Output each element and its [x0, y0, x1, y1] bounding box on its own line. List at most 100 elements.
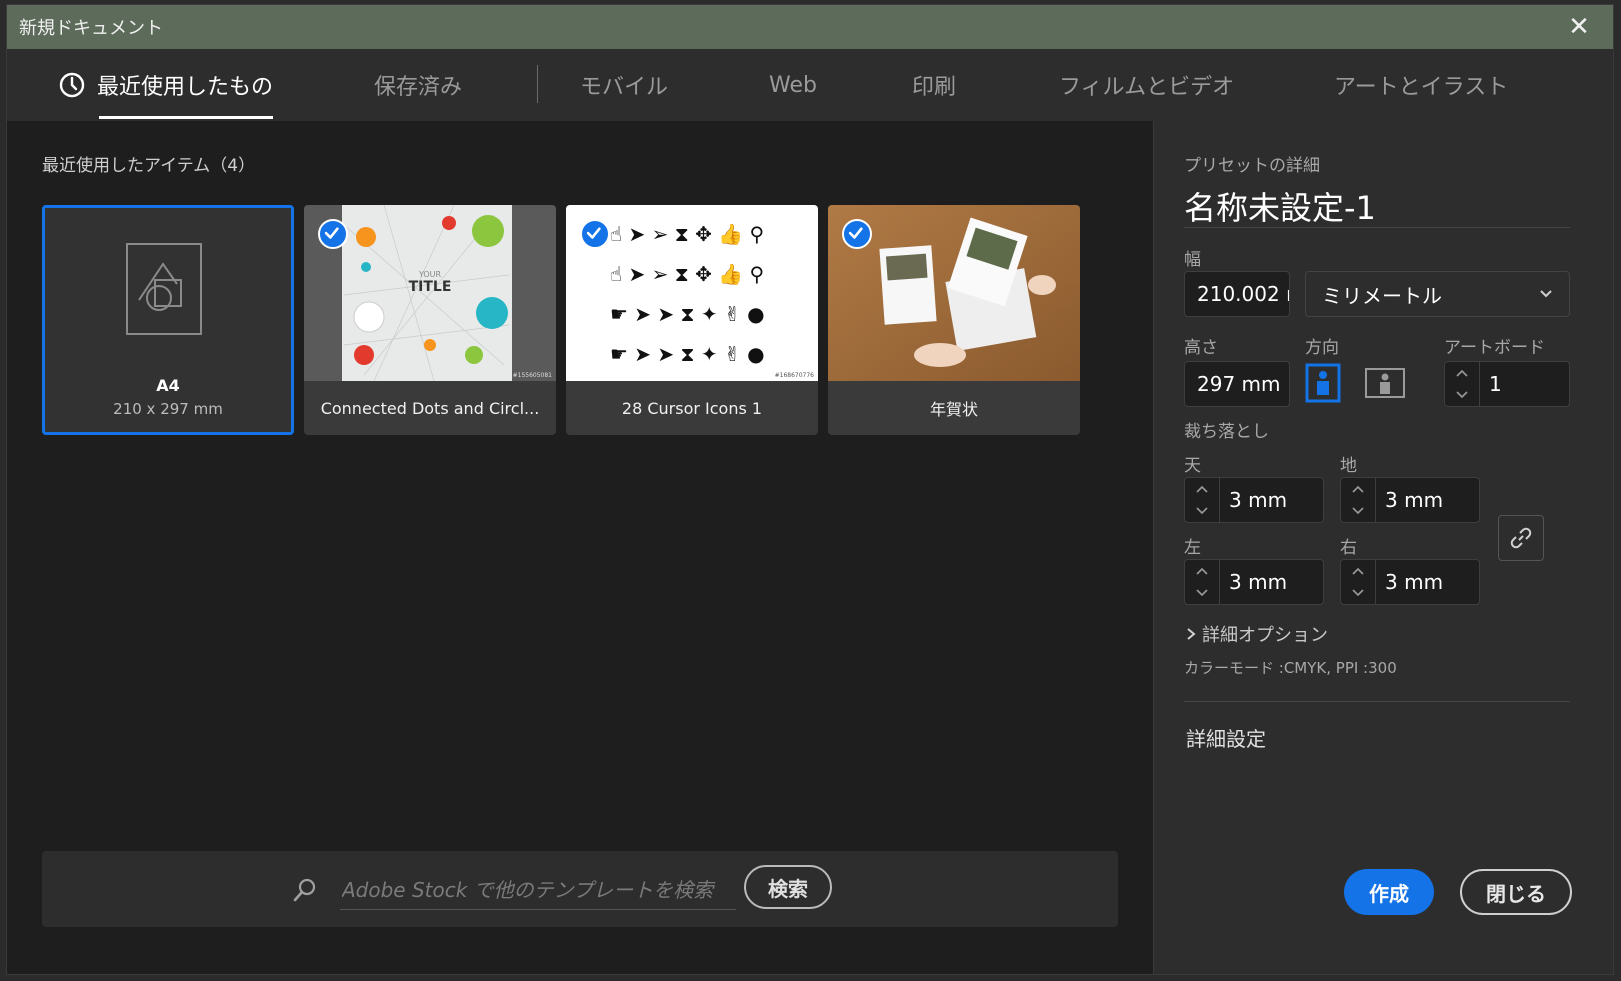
unit-dropdown[interactable]: ミリメートル [1305, 271, 1570, 317]
stepper-arrows[interactable] [1185, 560, 1220, 604]
template-card-cursor-icons[interactable]: ☝ ➤ ➢ ⧗ ✥ 👍 ⚲ ☝ ➤ ➢ ⧗ ✥ 👍 ⚲ ☛ ➤ ➤ ⧗ ✦ ✌ … [566, 205, 818, 435]
bleed-left-value: 3 mm [1229, 570, 1288, 594]
tab-recent[interactable]: 最近使用したもの [59, 49, 274, 121]
tab-mobile[interactable]: モバイル [580, 49, 668, 121]
close-button[interactable]: 閉じる [1460, 869, 1572, 915]
thumb-id: #168670776 [775, 372, 815, 379]
thumb-subtitle: YOUR [418, 270, 442, 279]
portrait-orientation-icon[interactable] [1305, 363, 1341, 403]
bleed-top-stepper[interactable]: 3 mm [1184, 477, 1324, 523]
link-icon [1510, 527, 1532, 549]
landscape-orientation-icon[interactable] [1364, 363, 1406, 403]
chevron-down-icon[interactable] [1350, 502, 1366, 518]
checkmark-icon [842, 219, 872, 249]
search-button[interactable]: 検索 [744, 865, 832, 909]
checkmark-icon [318, 219, 348, 249]
clock-icon [59, 72, 85, 98]
template-card-connected-dots[interactable]: YOUR TITLE #155605081 Connected Dots and… [304, 205, 556, 435]
tab-label: 保存済み [374, 75, 463, 100]
tab-print[interactable]: 印刷 [912, 49, 956, 121]
link-bleed-button[interactable] [1498, 515, 1544, 561]
advanced-settings-link[interactable]: 詳細設定 [1186, 723, 1266, 752]
preset-heading: プリセットの詳細 [1184, 156, 1320, 176]
stock-search-bar: 検索 [42, 851, 1118, 927]
chevron-down-icon[interactable] [1194, 584, 1210, 600]
tab-label: 印刷 [912, 75, 957, 100]
advanced-options-label: 詳細オプション [1202, 625, 1328, 646]
bleed-right-value: 3 mm [1385, 570, 1444, 594]
stepper-arrows[interactable] [1341, 560, 1376, 604]
chevron-up-icon[interactable] [1350, 482, 1366, 498]
tab-web[interactable]: Web [769, 49, 817, 121]
artboard-stepper[interactable]: 1 [1444, 361, 1570, 407]
dialog-title: 新規ドキュメント [19, 18, 163, 39]
bleed-right-stepper[interactable]: 3 mm [1340, 559, 1480, 605]
blank-document-icon [126, 243, 202, 335]
height-value: 297 mm [1197, 372, 1281, 396]
orientation-label: 方向 [1305, 338, 1339, 358]
tab-label: Web [769, 72, 817, 98]
preset-details-panel: プリセットの詳細 名称未設定-1 幅 210.002 mm ミリメートル 高さ … [1153, 121, 1613, 974]
bleed-bottom-value: 3 mm [1385, 488, 1444, 512]
stepper-arrows[interactable] [1445, 362, 1480, 406]
tab-art-illustration[interactable]: アートとイラスト [1334, 49, 1508, 121]
bleed-top-value: 3 mm [1229, 488, 1288, 512]
document-name[interactable]: 名称未設定-1 [1184, 183, 1376, 229]
stock-search-input[interactable] [340, 871, 736, 910]
chevron-down-icon[interactable] [1194, 502, 1210, 518]
artboard-label: アートボード [1444, 338, 1545, 358]
category-tabs: 最近使用したもの 保存済み モバイル Web 印刷 フィルムとビデオ アートとイ… [7, 49, 1613, 121]
card-name: Connected Dots and Circl... [320, 398, 540, 418]
chevron-up-icon[interactable] [1194, 564, 1210, 580]
tab-label: モバイル [580, 75, 669, 100]
svg-text:☝ ➤ ➢ ⧗ ✥ 👍 ⚲: ☝ ➤ ➢ ⧗ ✥ 👍 ⚲ [610, 222, 764, 246]
bleed-left-stepper[interactable]: 3 mm [1184, 559, 1324, 605]
width-label: 幅 [1184, 250, 1201, 270]
card-size: 210 x 297 mm [113, 400, 223, 418]
tab-divider [537, 65, 538, 103]
bleed-bottom-stepper[interactable]: 3 mm [1340, 477, 1480, 523]
chevron-down-icon[interactable] [1350, 584, 1366, 600]
preset-card-a4[interactable]: A4 210 x 297 mm [42, 205, 294, 435]
thumb-title: TITLE [409, 279, 452, 295]
svg-text:☝ ➤ ➢ ⧗ ✥ 👍 ⚲: ☝ ➤ ➢ ⧗ ✥ 👍 ⚲ [610, 262, 764, 286]
artboard-value: 1 [1489, 372, 1502, 396]
divider [1184, 701, 1570, 702]
svg-text:☛ ➤ ➤ ⧗ ✦ ✌ ●: ☛ ➤ ➤ ⧗ ✦ ✌ ● [610, 342, 765, 366]
close-icon[interactable]: ✕ [1565, 13, 1593, 41]
height-label: 高さ [1184, 338, 1218, 358]
recent-heading: 最近使用したアイテム（4） [42, 156, 256, 176]
tab-saved[interactable]: 保存済み [374, 49, 462, 121]
stepper-arrows[interactable] [1341, 478, 1376, 522]
recent-panel: 最近使用したアイテム（4） A4 210 x 297 mm YOUR TITLE… [7, 121, 1153, 974]
card-name: A4 [156, 376, 180, 395]
bleed-left-label: 左 [1184, 538, 1201, 558]
width-value: 210.002 mm [1197, 282, 1289, 306]
active-tab-indicator [99, 116, 274, 119]
svg-text:☛ ➤ ➤ ⧗ ✦ ✌ ●: ☛ ➤ ➤ ⧗ ✦ ✌ ● [610, 302, 765, 326]
tab-film-video[interactable]: フィルムとビデオ [1059, 49, 1234, 121]
new-document-dialog: 新規ドキュメント ✕ 最近使用したもの 保存済み モバイル Web 印刷 フィル… [6, 4, 1614, 975]
card-name: 28 Cursor Icons 1 [621, 398, 763, 418]
tab-label: 最近使用したもの [97, 75, 274, 100]
thumb-id: #155605081 [513, 372, 553, 379]
checkmark-icon [580, 219, 610, 249]
divider [1184, 227, 1570, 228]
bleed-bottom-label: 地 [1340, 456, 1357, 476]
template-card-nengajo[interactable]: 年賀状 [828, 205, 1080, 435]
width-field[interactable]: 210.002 mm [1184, 271, 1290, 317]
stepper-arrows[interactable] [1185, 478, 1220, 522]
advanced-options-toggle[interactable]: 詳細オプション [1184, 621, 1328, 647]
bleed-top-label: 天 [1184, 456, 1201, 476]
chevron-up-icon[interactable] [1194, 482, 1210, 498]
bleed-label: 裁ち落とし [1184, 422, 1269, 442]
create-button[interactable]: 作成 [1344, 869, 1434, 915]
height-field[interactable]: 297 mm [1184, 361, 1290, 407]
chevron-down-icon[interactable] [1454, 386, 1470, 402]
chevron-up-icon[interactable] [1454, 366, 1470, 382]
search-icon [293, 878, 316, 902]
card-name: 年賀状 [929, 400, 978, 419]
chevron-right-icon [1187, 628, 1196, 640]
tab-label: フィルムとビデオ [1059, 75, 1235, 100]
chevron-up-icon[interactable] [1350, 564, 1366, 580]
